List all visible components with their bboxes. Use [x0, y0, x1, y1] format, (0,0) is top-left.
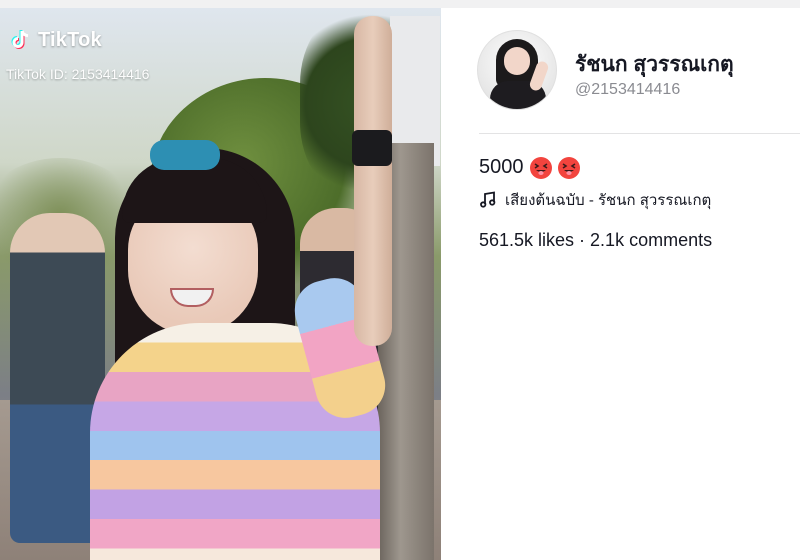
engagement-stats: 561.5k likes · 2.1k comments: [479, 230, 713, 250]
caption-text: 5000: [479, 156, 524, 178]
squinting-tongue-emoji-icon: [557, 156, 580, 179]
wrist-watch: [352, 130, 392, 166]
divider: [479, 133, 800, 134]
tiktok-logo-icon: [11, 30, 29, 49]
sound-link[interactable]: เสียงต้นฉบับ - รัชนก สุวรรณเกตุ: [479, 188, 711, 212]
sound-label: เสียงต้นฉบับ - รัชนก สุวรรณเกตุ: [505, 192, 712, 209]
raised-arm: [354, 16, 392, 346]
squinting-tongue-emoji-icon: [529, 156, 552, 179]
tiktok-brand-label: TikTok: [38, 28, 102, 51]
author-avatar[interactable]: [477, 30, 557, 110]
video-info-panel: รัชนก สุวรรณเกตุ @2153414416 5000 เสียงต…: [441, 8, 800, 560]
avatar-face: [504, 47, 530, 75]
author-handle[interactable]: @2153414416: [575, 81, 680, 99]
video-id-label: TikTok ID: 2153414416: [6, 66, 150, 82]
music-note-icon: [480, 191, 496, 208]
tiktok-watermark: TikTok: [8, 28, 102, 52]
video-player[interactable]: TikTok TikTok ID: 2153414416: [0, 8, 441, 560]
video-caption: 5000: [479, 156, 580, 179]
author-display-name[interactable]: รัชนก สุวรรณเกตุ: [575, 48, 734, 81]
hair-bow: [150, 140, 220, 170]
